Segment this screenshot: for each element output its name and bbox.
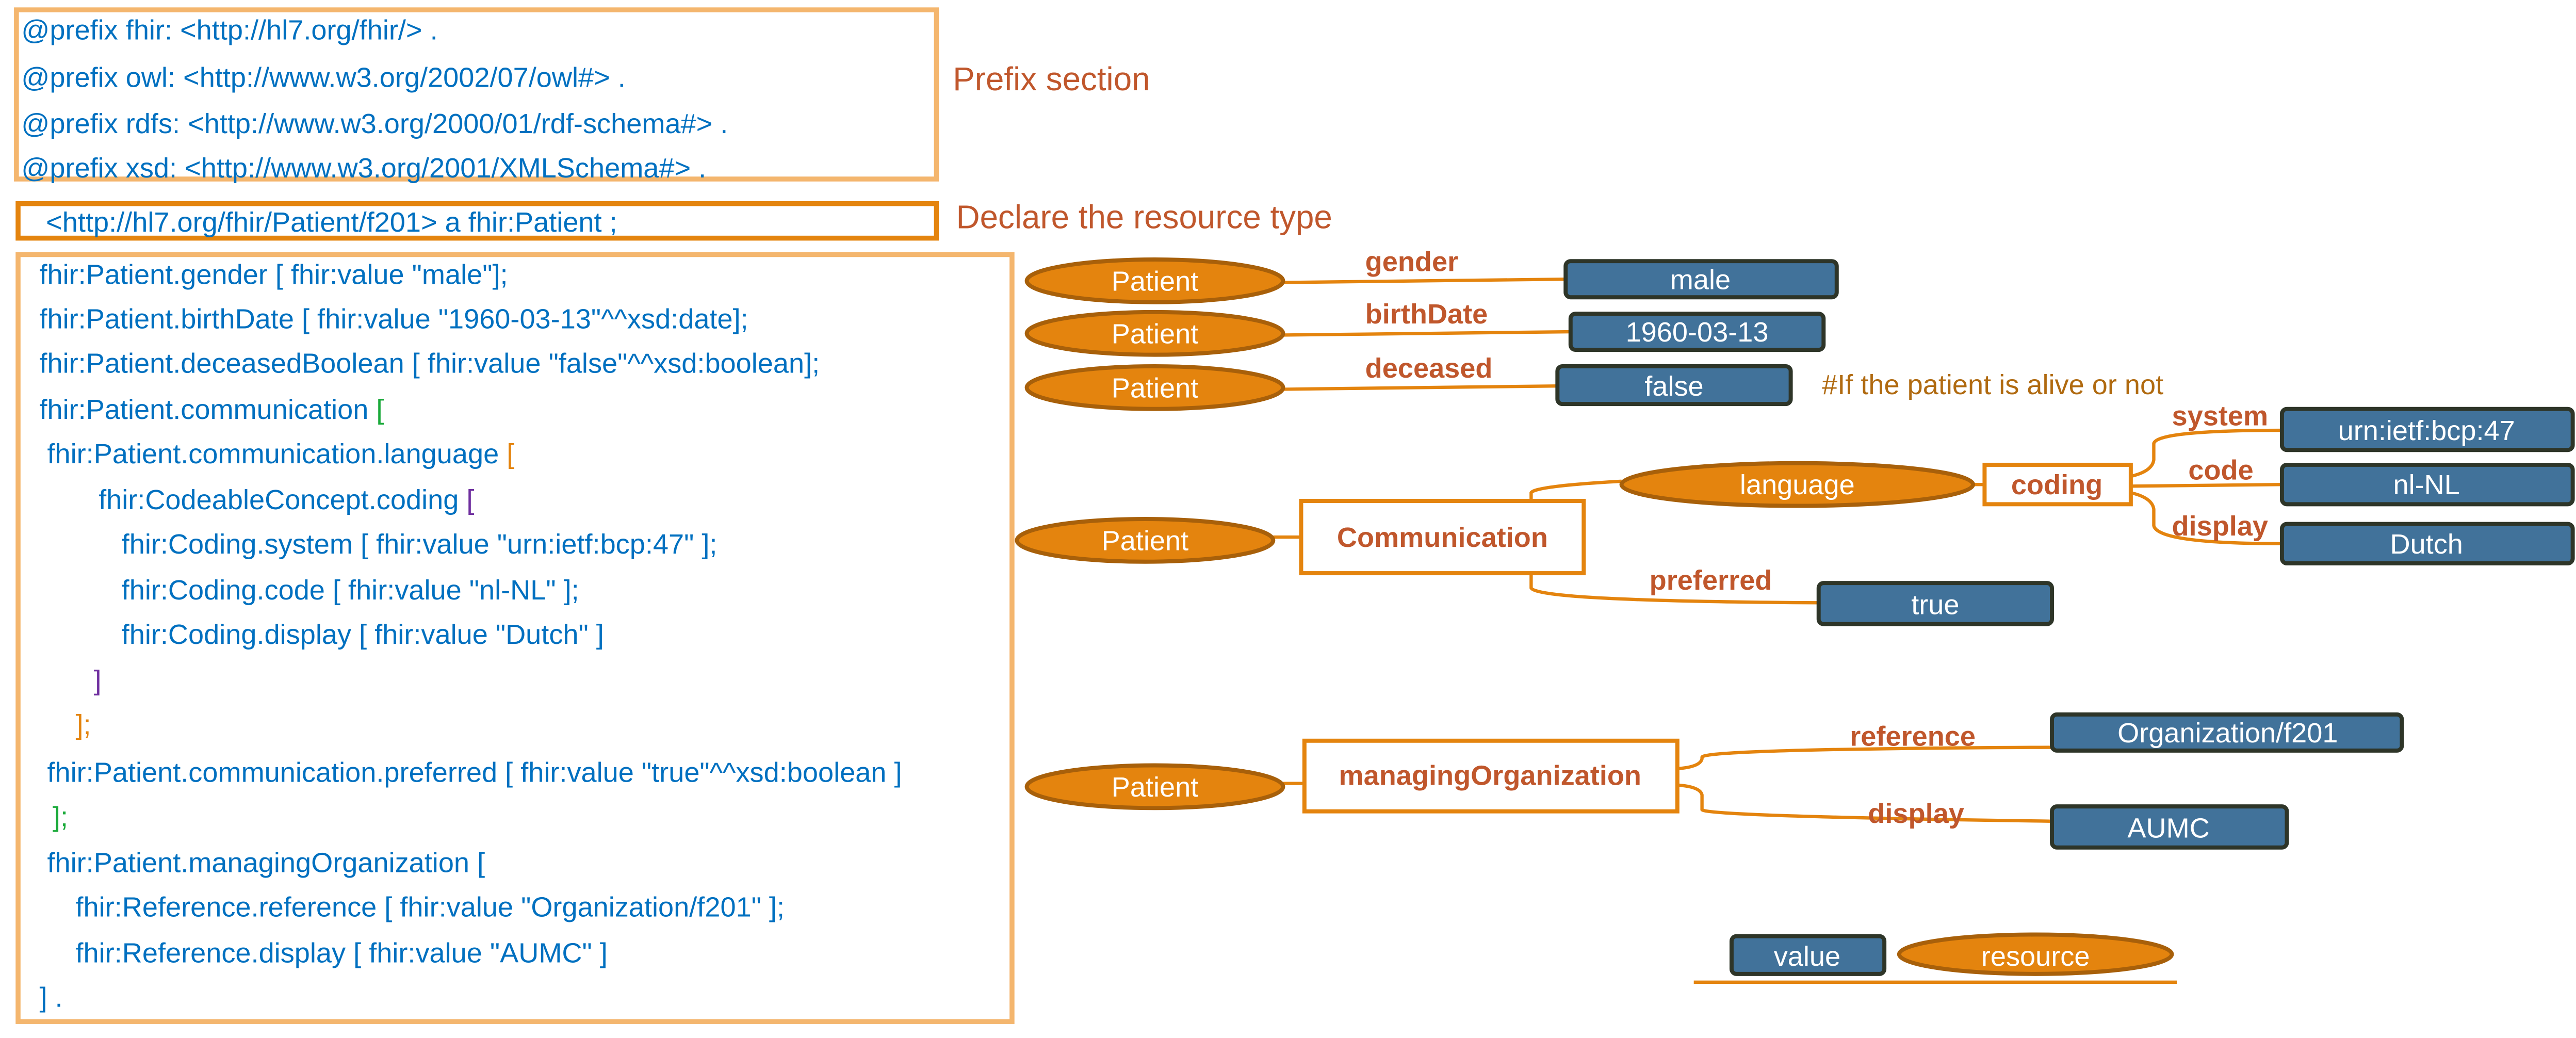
code-bracket: ] (94, 665, 102, 696)
resource-node-label: Patient (1112, 372, 1199, 403)
edge-label-reference: reference (1850, 721, 1976, 752)
code-text: fhir:Patient.gender [ fhir:value "male"]… (39, 260, 508, 290)
code-bracket: [ (376, 394, 384, 425)
value-node-label: true (1911, 590, 1959, 621)
fhir-turtle-diagram: @prefix fhir: <http://hl7.org/fhir/> . @… (14, 7, 2575, 1024)
prefix-line: @prefix fhir: <http://hl7.org/fhir/> . (21, 14, 437, 45)
body-code-line: fhir:Patient.birthDate [ fhir:value "196… (39, 304, 748, 335)
code-text: fhir:Coding.code [ fhir:value "nl-NL" ]; (122, 575, 579, 606)
graph-communication: Patient Communication language coding sy… (1015, 401, 2575, 626)
body-code-line: ]; (76, 709, 91, 740)
body-code-line: fhir:Coding.code [ fhir:value "nl-NL" ]; (122, 575, 579, 606)
edge-label-gender: gender (1365, 246, 1458, 277)
prefix-line: @prefix owl: <http://www.w3.org/2002/07/… (21, 62, 625, 93)
code-text: fhir:Coding.system [ fhir:value "urn:iet… (122, 529, 718, 560)
body-code-line: fhir:Patient.gender [ fhir:value "male"]… (39, 260, 508, 290)
graph-managing-organization: Patient managingOrganization reference O… (1024, 712, 2404, 850)
edge-birthdate (1283, 330, 1571, 337)
prefix-line: @prefix xsd: <http://www.w3.org/2001/XML… (21, 153, 706, 184)
value-node-label: AUMC (2127, 813, 2209, 844)
prefix-section: @prefix fhir: <http://hl7.org/fhir/> . @… (14, 7, 1150, 184)
edge-gender (1283, 278, 1564, 284)
code-text: ] . (39, 982, 62, 1013)
deceased-comment: #If the patient is alive or not (1822, 369, 2163, 400)
edge-display-organization (1677, 783, 2052, 823)
value-node-label: nl-NL (2393, 469, 2459, 500)
resource-node-label: Patient (1102, 525, 1189, 556)
edge-label-deceased: deceased (1365, 353, 1493, 384)
value-node-label: urn:ietf:bcp:47 (2338, 415, 2515, 446)
graph-simple-triples: Patient gender male Patient birthDate 19… (1024, 246, 2163, 411)
body-section: fhir:Patient.gender [ fhir:value "male"]… (15, 252, 1015, 1024)
code-text: fhir:Coding.display [ fhir:value "Dutch"… (122, 619, 604, 650)
edge-label-birthdate: birthDate (1365, 299, 1488, 330)
edge-deceased (1283, 384, 1558, 391)
edge-label-display: display (2172, 511, 2269, 542)
body-code-line: fhir:Coding.display [ fhir:value "Dutch"… (122, 619, 604, 650)
body-code-line: ] (94, 665, 102, 696)
body-code-line: fhir:Coding.system [ fhir:value "urn:iet… (122, 529, 718, 560)
prefix-line: @prefix rdfs: <http://www.w3.org/2000/01… (21, 108, 728, 139)
legend-value-label: value (1774, 941, 1840, 972)
code-text: fhir:Patient.managingOrganization [ (39, 847, 485, 878)
coding-node-label: coding (2011, 469, 2102, 500)
resource-node-label: Patient (1112, 266, 1199, 297)
code-text: fhir:Reference.display [ fhir:value "AUM… (76, 938, 608, 969)
edge-language (1529, 479, 1622, 499)
code-text: fhir:CodeableConcept.coding (99, 484, 466, 515)
body-code-line: ] . (39, 982, 62, 1013)
edge-label-code: code (2188, 455, 2253, 486)
body-code-line: fhir:Patient.deceasedBoolean [ fhir:valu… (39, 348, 820, 379)
code-text: fhir:Reference.reference [ fhir:value "O… (76, 891, 785, 922)
body-code-line: fhir:CodeableConcept.coding [ (99, 484, 474, 515)
legend: value resource (1693, 932, 2177, 984)
value-node-label: Dutch (2390, 529, 2463, 560)
value-node-label: male (1670, 264, 1731, 295)
managing-organization-node-label: managingOrganization (1339, 760, 1641, 791)
body-code-line: ]; (53, 801, 68, 832)
edge-label-system: system (2172, 401, 2269, 432)
code-text: fhir:Patient.communication (39, 394, 376, 425)
prefix-section-label: Prefix section (953, 61, 1150, 98)
declare-line: <http://hl7.org/fhir/Patient/f201> a fhi… (46, 207, 617, 238)
declare-section: <http://hl7.org/fhir/Patient/f201> a fhi… (15, 199, 1332, 241)
declare-section-label: Declare the resource type (956, 199, 1332, 236)
body-code-line: fhir:Reference.display [ fhir:value "AUM… (76, 938, 608, 969)
code-text: fhir:Patient.birthDate [ fhir:value "196… (39, 304, 748, 335)
body-code-line: fhir:Patient.managingOrganization [ (39, 847, 485, 878)
code-bracket: [ (466, 484, 474, 515)
code-text: fhir:Patient.communication.preferred [ f… (39, 757, 902, 788)
code-text: fhir:Patient.deceasedBoolean [ fhir:valu… (39, 348, 820, 379)
body-code-line: fhir:Reference.reference [ fhir:value "O… (76, 891, 785, 922)
body-code-line: fhir:Patient.communication.preferred [ f… (39, 757, 902, 788)
code-bracket: [ (507, 439, 514, 469)
communication-node-label: Communication (1337, 522, 1548, 553)
code-bracket: ]; (76, 709, 91, 740)
value-node-label: Organization/f201 (2117, 718, 2338, 749)
resource-node-label: language (1740, 469, 1855, 500)
value-node-label: false (1644, 371, 1703, 402)
body-code-line: fhir:Patient.communication [ (39, 394, 384, 425)
edge-label-display: display (1868, 798, 1964, 829)
value-node-label: 1960-03-13 (1626, 317, 1769, 348)
body-code-line: fhir:Patient.communication.language [ (39, 439, 514, 469)
edge-label-preferred: preferred (1650, 565, 1772, 596)
resource-node-label: Patient (1112, 318, 1199, 349)
code-bracket: ]; (53, 801, 68, 832)
code-text: fhir:Patient.communication.language (39, 439, 507, 469)
resource-node-label: Patient (1112, 772, 1199, 803)
legend-resource-label: resource (1981, 941, 2090, 972)
